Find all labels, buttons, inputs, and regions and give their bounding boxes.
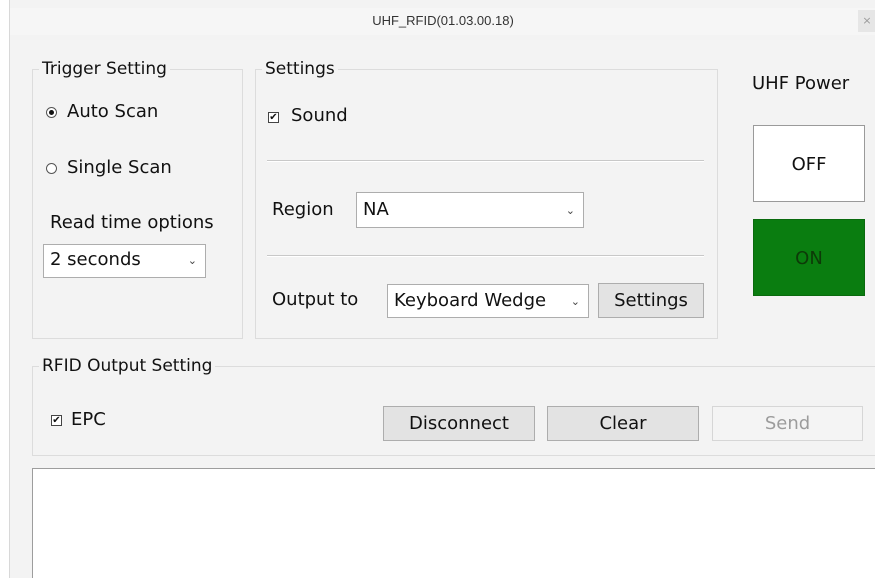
clear-button[interactable]: Clear — [547, 406, 699, 441]
read-time-options-label: Read time options — [50, 212, 214, 233]
rfid-output-legend: RFID Output Setting — [39, 356, 216, 376]
region-value: NA — [363, 199, 389, 220]
read-time-select[interactable]: 2 seconds ⌄ — [43, 244, 206, 278]
close-button[interactable]: × — [858, 10, 875, 32]
chevron-down-icon: ⌄ — [565, 204, 575, 217]
output-to-label: Output to — [272, 289, 359, 310]
window-title: UHF_RFID(01.03.00.18) — [372, 13, 514, 28]
divider — [267, 256, 704, 257]
chevron-down-icon: ⌄ — [187, 254, 197, 267]
sound-checkbox[interactable]: ✔ — [268, 112, 279, 123]
output-settings-button[interactable]: Settings — [598, 283, 704, 318]
title-bar: UHF_RFID(01.03.00.18) × — [10, 8, 875, 35]
epc-checkbox[interactable]: ✔ — [51, 415, 62, 426]
auto-scan-radio[interactable] — [46, 107, 57, 118]
rfid-output-textarea[interactable] — [32, 468, 875, 578]
auto-scan-label[interactable]: Auto Scan — [67, 101, 158, 122]
send-button[interactable]: Send — [712, 406, 863, 441]
output-select[interactable]: Keyboard Wedge ⌄ — [387, 284, 589, 318]
power-on-button[interactable]: ON — [753, 219, 865, 296]
single-scan-radio[interactable] — [46, 163, 57, 174]
uhf-power-label: UHF Power — [752, 73, 850, 94]
output-value: Keyboard Wedge — [394, 290, 547, 311]
region-label: Region — [272, 199, 334, 220]
single-scan-label[interactable]: Single Scan — [67, 157, 172, 178]
trigger-setting-legend: Trigger Setting — [39, 59, 170, 79]
sound-label[interactable]: Sound — [291, 105, 348, 126]
disconnect-button[interactable]: Disconnect — [383, 406, 535, 441]
region-select[interactable]: NA ⌄ — [356, 192, 584, 228]
app-window: UHF_RFID(01.03.00.18) × Trigger Setting … — [9, 0, 875, 578]
chevron-down-icon: ⌄ — [570, 295, 580, 308]
read-time-value: 2 seconds — [50, 249, 141, 270]
divider — [267, 161, 704, 162]
power-off-button[interactable]: OFF — [753, 125, 865, 202]
epc-label[interactable]: EPC — [71, 409, 106, 430]
settings-legend: Settings — [262, 59, 338, 79]
